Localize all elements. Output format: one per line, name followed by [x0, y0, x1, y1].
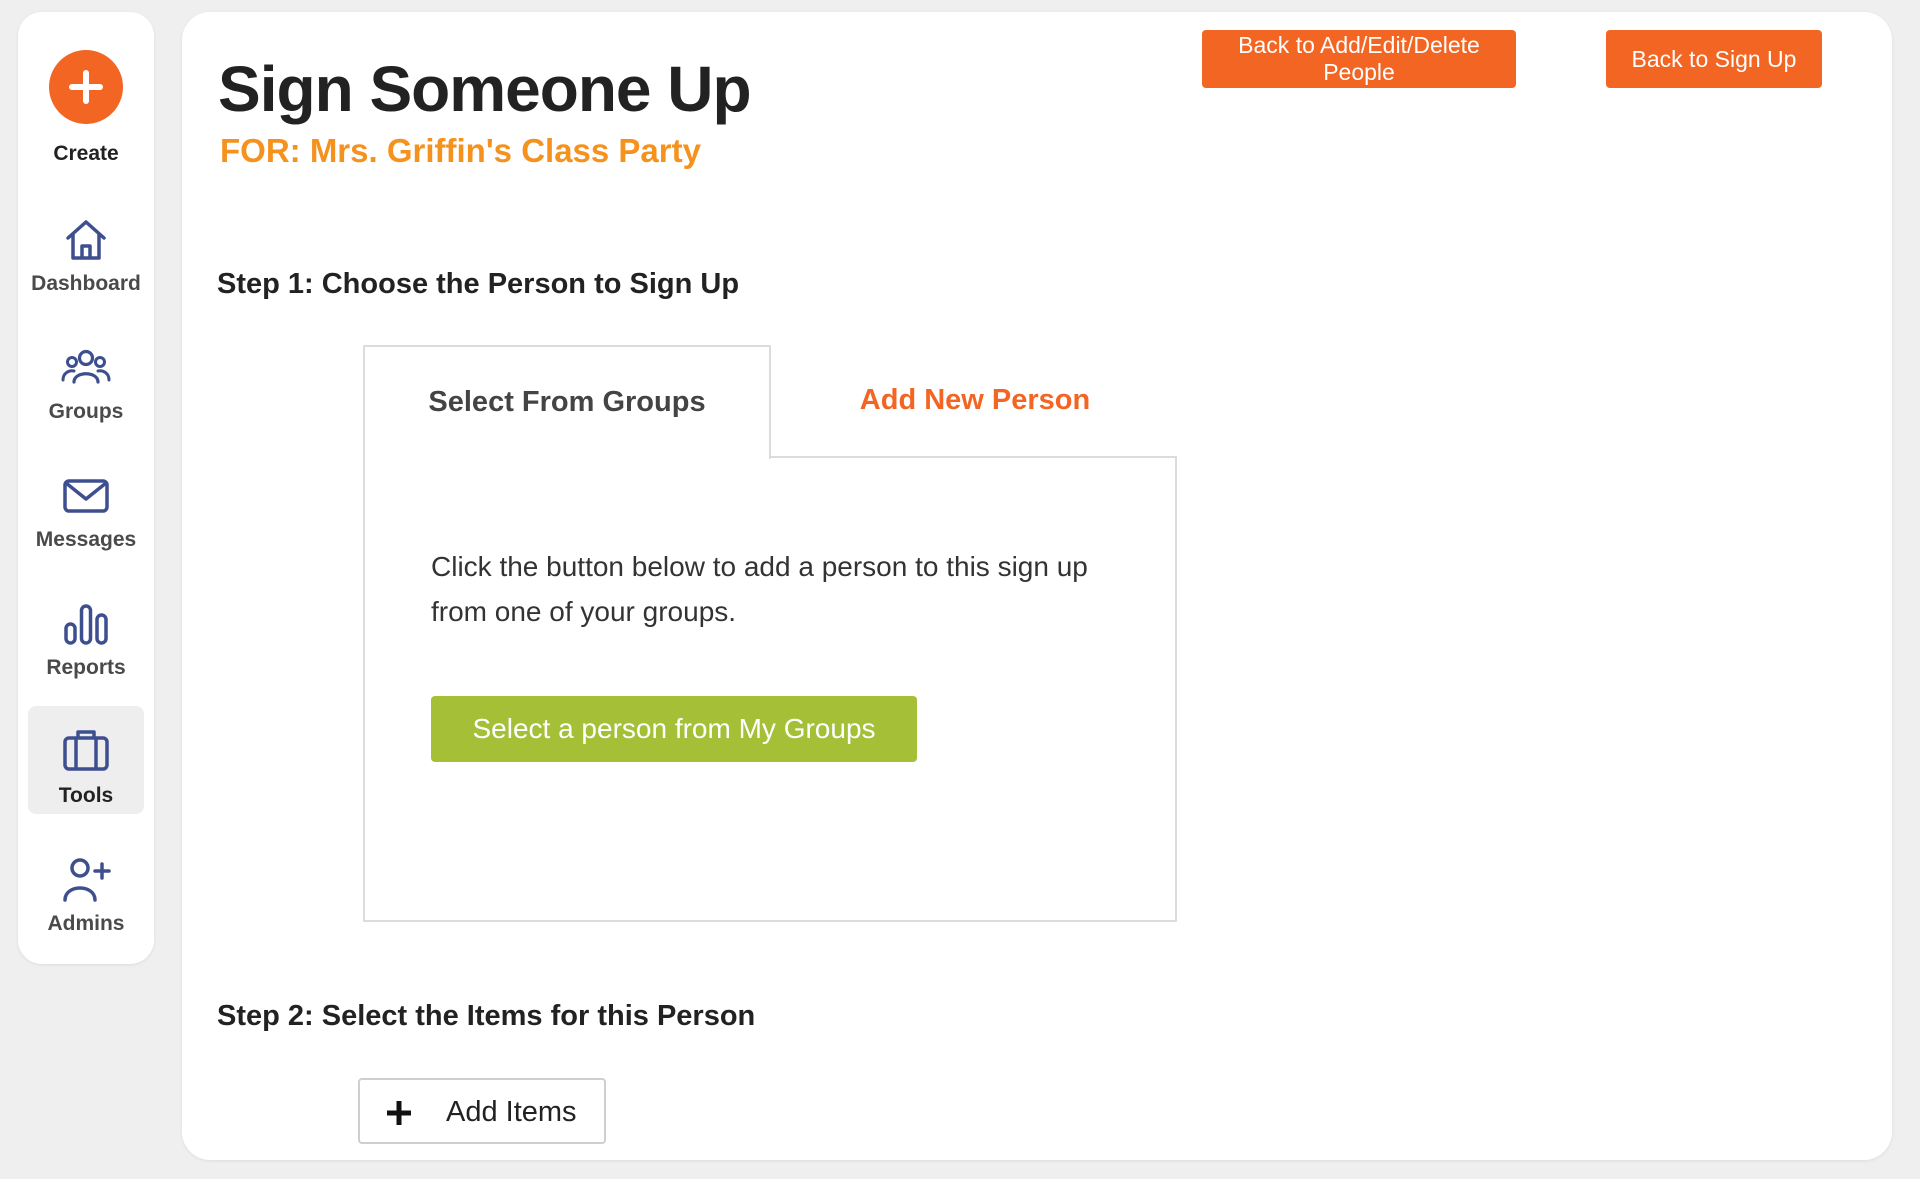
- bar-chart-icon: [64, 604, 108, 645]
- sidebar-item-label: Dashboard: [31, 272, 141, 295]
- panel-instructions: Click the button below to add a person t…: [431, 551, 1088, 627]
- sidebar-item-tools[interactable]: Tools: [28, 706, 144, 814]
- add-items-label: Add Items: [446, 1096, 577, 1128]
- sidebar-item-messages[interactable]: Messages: [28, 456, 144, 564]
- sidebar-item-admins[interactable]: Admins: [28, 840, 144, 948]
- page-subtitle: FOR: Mrs. Griffin's Class Party: [220, 132, 701, 169]
- sidebar-item-label: Tools: [58, 784, 114, 807]
- step1-heading: Step 1: Choose the Person to Sign Up: [217, 268, 740, 300]
- add-user-icon: [63, 858, 111, 902]
- tab-panel-select-from-groups: Click the button below to add a person t…: [363, 456, 1177, 922]
- page-title: Sign Someone Up: [218, 53, 752, 125]
- select-person-button[interactable]: Select a person from My Groups: [431, 696, 917, 762]
- back-to-signup-button[interactable]: Back to Sign Up: [1606, 30, 1822, 88]
- sidebar-nav: Create Dashboard Groups Messages Reports…: [18, 12, 154, 964]
- sidebar-item-label: Create: [53, 142, 119, 165]
- plus-icon: [387, 1101, 411, 1125]
- sidebar-item-reports[interactable]: Reports: [28, 584, 144, 692]
- sidebar-item-label: Groups: [48, 400, 124, 423]
- main-content: Sign Someone Up FOR: Mrs. Griffin's Clas…: [182, 12, 1892, 1160]
- people-icon: [61, 349, 111, 384]
- sidebar-item-groups[interactable]: Groups: [28, 328, 144, 436]
- envelope-icon: [63, 479, 109, 513]
- sidebar-item-label: Messages: [35, 528, 137, 551]
- add-items-button[interactable]: Add Items: [358, 1078, 606, 1144]
- sidebar-item-create[interactable]: Create: [28, 12, 144, 172]
- home-icon: [66, 220, 106, 260]
- briefcase-icon: [63, 730, 109, 771]
- plus-icon: [69, 70, 103, 104]
- step2-heading: Step 2: Select the Items for this Person: [217, 1000, 756, 1032]
- sidebar-item-label: Admins: [47, 912, 125, 935]
- sidebar-item-label: Reports: [46, 656, 126, 679]
- tab-add-new-person[interactable]: Add New Person: [771, 345, 1179, 455]
- create-button-circle[interactable]: [49, 50, 123, 124]
- tab-select-from-groups[interactable]: Select From Groups: [363, 345, 771, 459]
- sidebar-item-dashboard[interactable]: Dashboard: [28, 200, 144, 308]
- back-to-people-button[interactable]: Back to Add/Edit/Delete People: [1202, 30, 1516, 88]
